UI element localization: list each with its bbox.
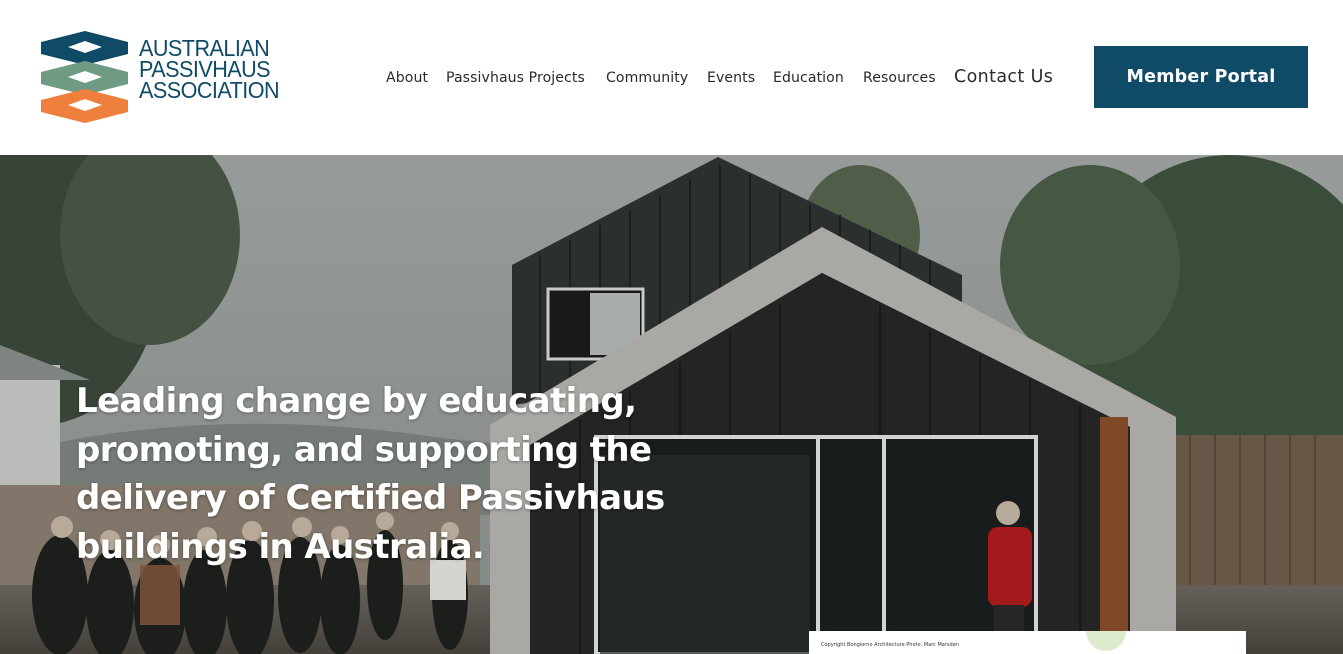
caption-decoration: [1086, 631, 1126, 651]
nav-item-community[interactable]: Community: [606, 70, 688, 86]
photo-caption-card: Copyright Bongiorno Architecture Photo: …: [809, 631, 1246, 654]
nav-item-passivhaus-projects[interactable]: Passivhaus Projects: [446, 70, 585, 86]
hero-banner: Leading change by educating, promoting, …: [0, 155, 1343, 654]
logo-mark-icon: [41, 31, 128, 123]
site-logo[interactable]: AUSTRALIAN PASSIVHAUS ASSOCIATION: [40, 30, 300, 124]
nav-item-resources[interactable]: Resources: [863, 70, 936, 86]
nav-item-about[interactable]: About: [386, 70, 428, 86]
photo-caption: Copyright Bongiorno Architecture Photo: …: [821, 642, 959, 648]
main-nav: About Passivhaus Projects Community Even…: [386, 66, 1056, 88]
site-header: AUSTRALIAN PASSIVHAUS ASSOCIATION About …: [0, 0, 1343, 155]
hero-headline: Leading change by educating, promoting, …: [76, 381, 665, 567]
logo-line-3: ASSOCIATION: [139, 77, 280, 103]
logo-wordmark: AUSTRALIAN PASSIVHAUS ASSOCIATION: [139, 36, 280, 103]
nav-item-contact-us[interactable]: Contact Us: [954, 66, 1053, 87]
nav-item-education[interactable]: Education: [773, 70, 844, 86]
nav-item-events[interactable]: Events: [707, 70, 755, 86]
member-portal-button[interactable]: Member Portal: [1094, 46, 1308, 108]
